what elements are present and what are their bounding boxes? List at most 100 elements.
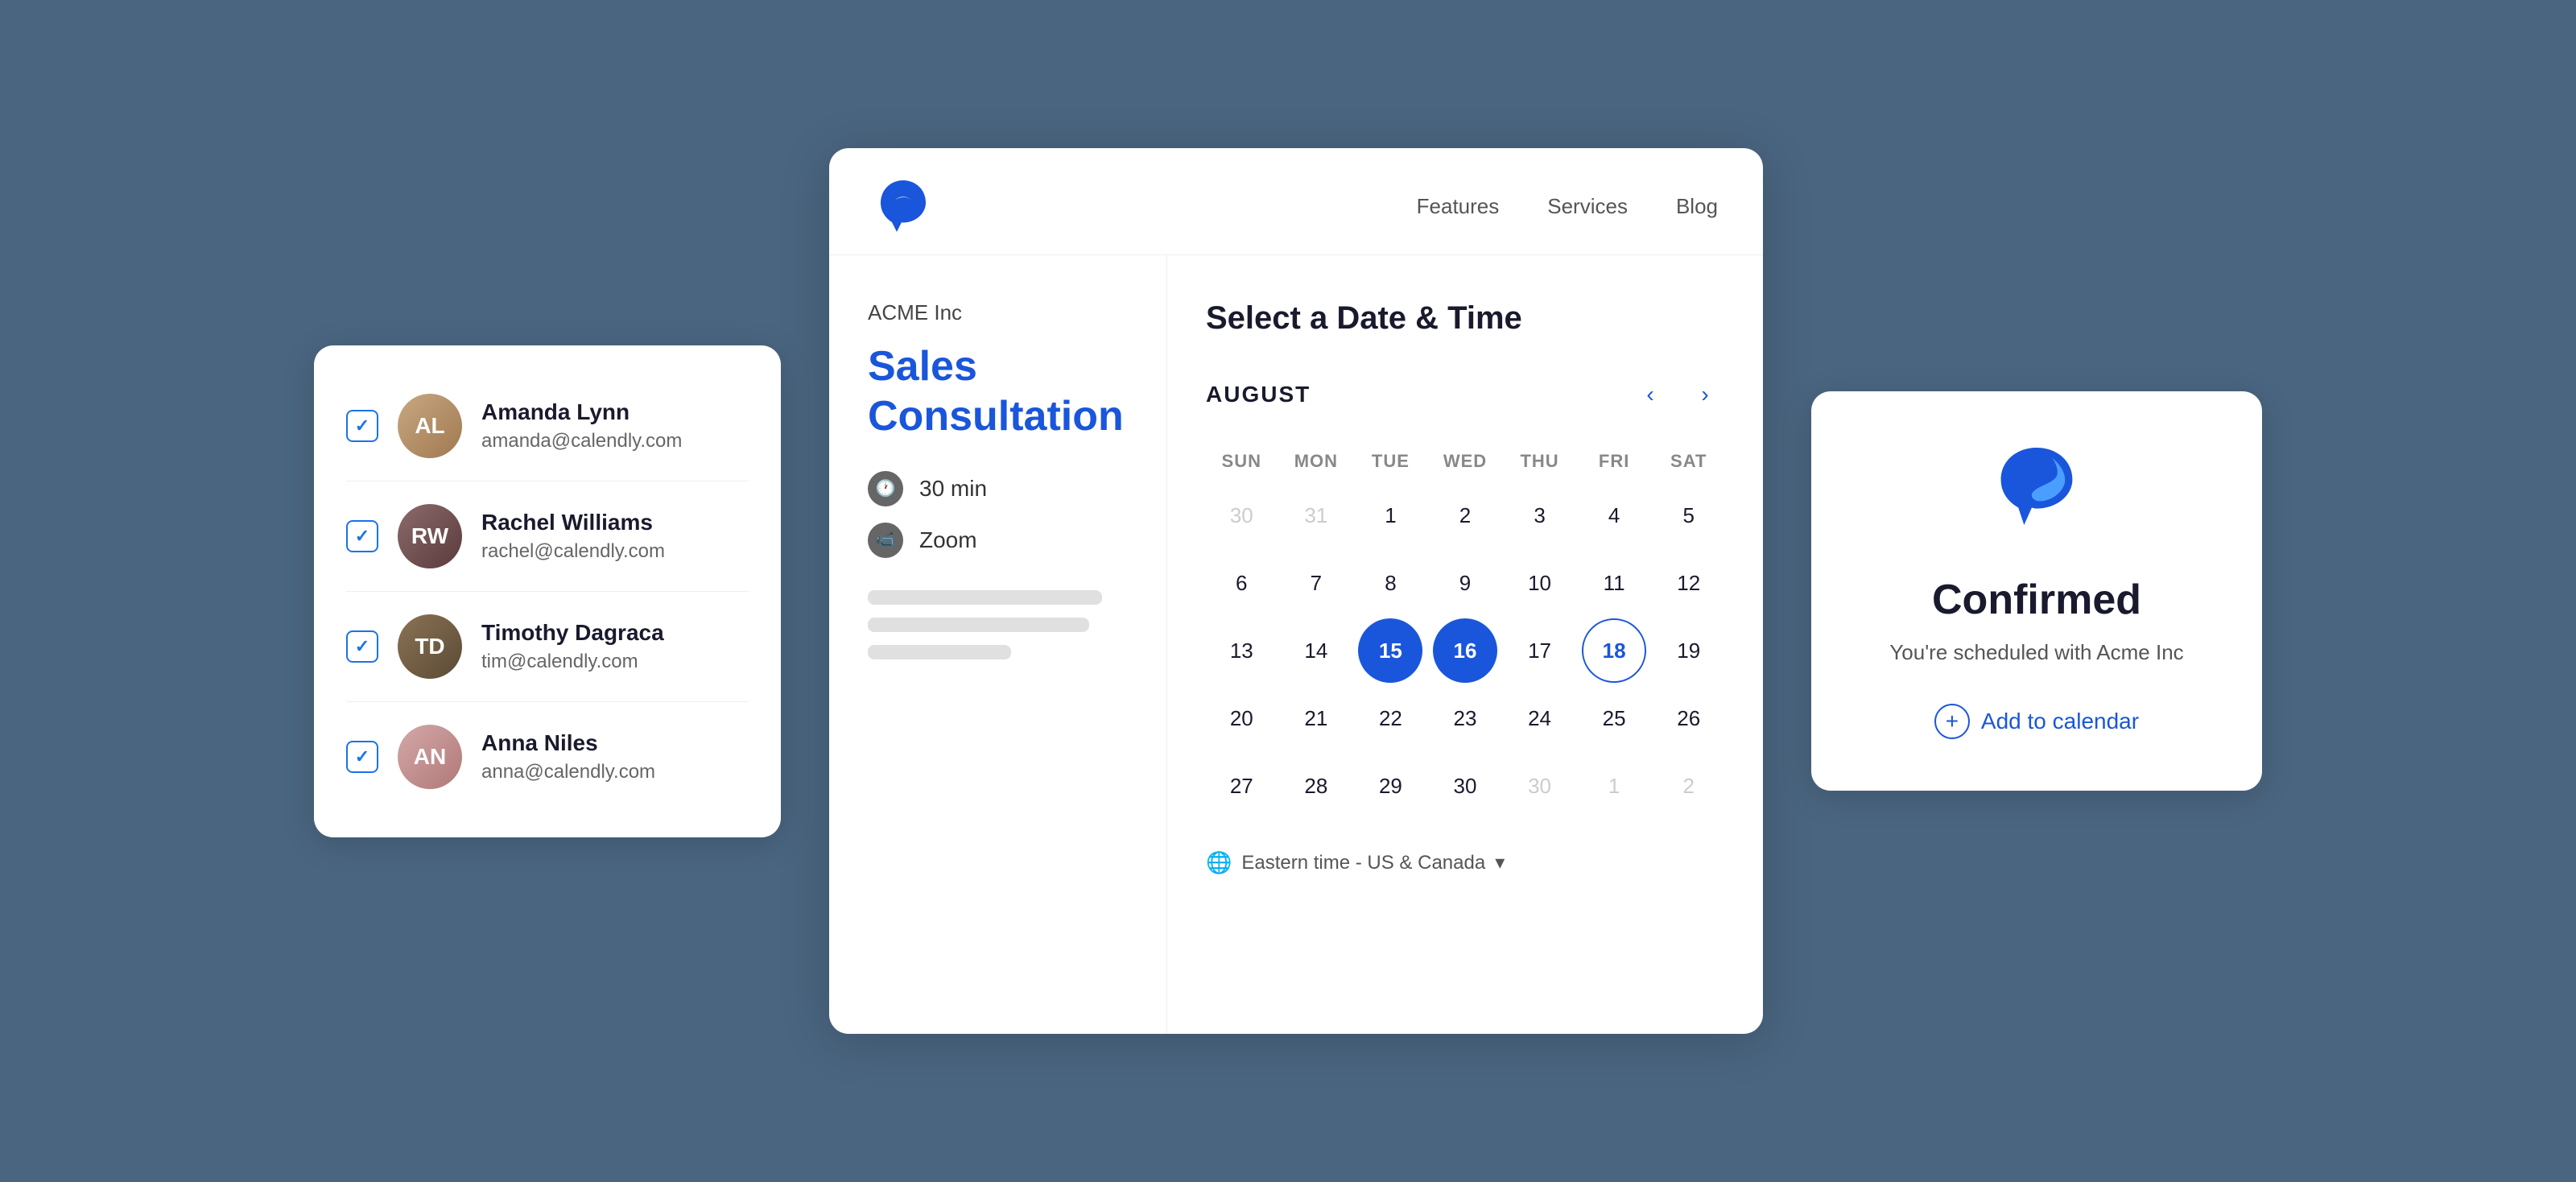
calendar-day-cell[interactable]: 21 [1284,686,1348,750]
month-name: AUGUST [1206,382,1311,407]
calendar-day-cell[interactable]: 13 [1209,618,1274,683]
calendar-day-cell[interactable]: 9 [1433,551,1497,615]
calendar-day-cell[interactable]: 15 [1358,618,1422,683]
event-info: ACME Inc Sales Consultation 🕐 30 min 📹 Z… [829,255,1167,1034]
nav-features[interactable]: Features [1417,194,1500,219]
confirmed-subtitle: You're scheduled with Acme Inc [1889,640,2183,665]
globe-icon: 🌐 [1206,850,1232,875]
calendar-day-cell: 31 [1284,483,1348,548]
calendar-day-cell[interactable]: 30 [1433,754,1497,818]
calendar-day-cell[interactable]: 22 [1358,686,1422,750]
skeleton-line-2 [868,618,1089,632]
calendar-day-header: SUN [1206,443,1278,480]
avatar: RW [398,504,462,568]
calendar-day-cell[interactable]: 23 [1433,686,1497,750]
calendar-heading: Select a Date & Time [1206,300,1724,337]
nav-blog[interactable]: Blog [1676,194,1718,219]
add-to-calendar-button[interactable]: + Add to calendar [1934,704,2139,739]
calendar-day-cell[interactable]: 5 [1657,483,1721,548]
calendar-day-cell[interactable]: 24 [1508,686,1572,750]
prev-month-button[interactable]: ‹ [1631,375,1670,414]
skeleton-lines [868,590,1128,659]
calendar-day-cell[interactable]: 28 [1284,754,1348,818]
calendar-day-cell[interactable]: 17 [1508,618,1572,683]
confirmed-title: Confirmed [1932,576,2141,624]
plus-circle-icon: + [1934,704,1970,739]
calendar-day-cell[interactable]: 14 [1284,618,1348,683]
calendar-day-cell[interactable]: 19 [1657,618,1721,683]
person-row: ✓ TD Timothy Dagraca tim@calendly.com [346,592,749,702]
calendar-day-cell[interactable]: 26 [1657,686,1721,750]
calendar-day-cell: 30 [1508,754,1572,818]
check-icon: ✓ [355,746,369,767]
calendar-day-cell[interactable]: 11 [1582,551,1646,615]
modal-nav: Features Services Blog [829,148,1763,255]
person-email: anna@calendly.com [481,761,749,783]
calendar-day-header: SAT [1653,443,1724,480]
avatar: AN [398,725,462,789]
calendar-week-row: 6789101112 [1206,551,1724,615]
person-email: tim@calendly.com [481,651,749,673]
timezone-label: Eastern time - US & Canada [1241,852,1485,874]
duration-item: 🕐 30 min [868,471,1128,506]
person-name: Rachel Williams [481,510,749,535]
person-info: Anna Niles anna@calendly.com [481,730,749,783]
calendar-grid: SUNMONTUEWEDTHUFRISAT 303112345678910111… [1206,443,1724,818]
check-icon: ✓ [355,526,369,547]
person-checkbox[interactable]: ✓ [346,410,378,442]
next-month-button[interactable]: › [1686,375,1724,414]
calendar-day-cell[interactable]: 29 [1358,754,1422,818]
skeleton-line-3 [868,645,1011,659]
nav-links: Features Services Blog [1417,194,1718,219]
calendar-day-header: TUE [1355,443,1426,480]
nav-arrows: ‹ › [1631,375,1724,414]
nav-services[interactable]: Services [1547,194,1628,219]
calendar-day-cell[interactable]: 4 [1582,483,1646,548]
calendar-day-cell: 2 [1657,754,1721,818]
month-nav: AUGUST ‹ › [1206,375,1724,414]
timezone-dropdown-icon[interactable]: ▾ [1495,851,1505,874]
event-meta: 🕐 30 min 📹 Zoom [868,471,1128,558]
platform-label: Zoom [919,527,977,553]
calendar-day-cell[interactable]: 7 [1284,551,1348,615]
check-icon: ✓ [355,636,369,657]
calendar-day-header: FRI [1579,443,1650,480]
timezone-row: 🌐 Eastern time - US & Canada ▾ [1206,850,1724,875]
add-to-calendar-label: Add to calendar [1981,709,2139,734]
calendar-day-cell[interactable]: 12 [1657,551,1721,615]
person-name: Anna Niles [481,730,749,756]
person-info: Amanda Lynn amanda@calendly.com [481,399,749,453]
calendar-day-cell[interactable]: 18 [1582,618,1646,683]
person-checkbox[interactable]: ✓ [346,520,378,552]
person-checkbox[interactable]: ✓ [346,630,378,663]
skeleton-line-1 [868,590,1102,605]
calendar-day-cell[interactable]: 6 [1209,551,1274,615]
calendar-day-cell[interactable]: 3 [1508,483,1572,548]
person-email: amanda@calendly.com [481,430,749,453]
calendar-week-row: 272829303012 [1206,754,1724,818]
avatar: AL [398,394,462,458]
duration-label: 30 min [919,476,987,502]
person-checkbox[interactable]: ✓ [346,741,378,773]
calendar-day-cell: 1 [1582,754,1646,818]
calendar-day-cell[interactable]: 16 [1433,618,1497,683]
calendar-day-cell[interactable]: 27 [1209,754,1274,818]
calendar-day-cell[interactable]: 1 [1358,483,1422,548]
calendar-day-cell[interactable]: 25 [1582,686,1646,750]
calendar-section: Select a Date & Time AUGUST ‹ › SUNMONTU… [1167,255,1763,1034]
calendar-day-cell[interactable]: 10 [1508,551,1572,615]
calendar-day-cell[interactable]: 2 [1433,483,1497,548]
modal-body: ACME Inc Sales Consultation 🕐 30 min 📹 Z… [829,255,1763,1034]
calendar-week-row: 20212223242526 [1206,686,1724,750]
person-email: rachel@calendly.com [481,540,749,563]
people-panel: ✓ AL Amanda Lynn amanda@calendly.com ✓ R… [314,345,781,837]
avatar: TD [398,614,462,679]
calendar-day-cell[interactable]: 20 [1209,686,1274,750]
person-row: ✓ AL Amanda Lynn amanda@calendly.com [346,371,749,481]
calendar-week-row: 303112345 [1206,483,1724,548]
person-row: ✓ AN Anna Niles anna@calendly.com [346,702,749,812]
person-info: Timothy Dagraca tim@calendly.com [481,620,749,673]
calendar-day-cell[interactable]: 8 [1358,551,1422,615]
check-icon: ✓ [355,415,369,436]
person-info: Rachel Williams rachel@calendly.com [481,510,749,563]
